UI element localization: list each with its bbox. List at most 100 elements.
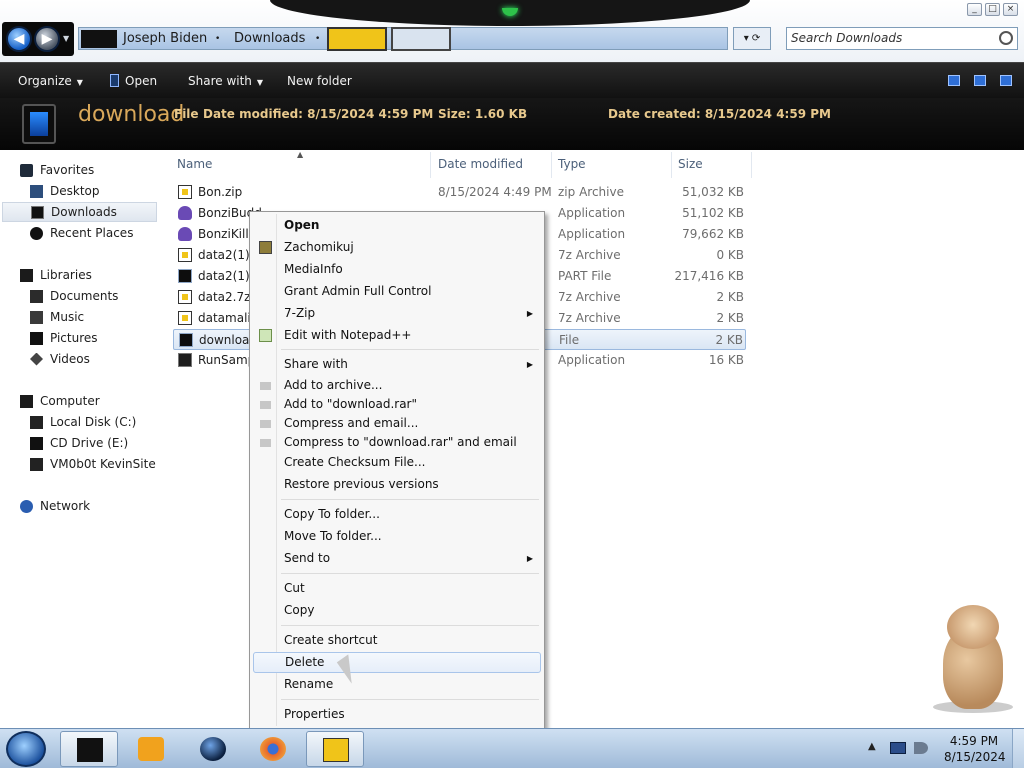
file-size: 51,102 KB xyxy=(682,206,744,220)
nav-desktop[interactable]: Desktop xyxy=(30,181,100,201)
breadcrumb-downloads[interactable]: Downloads xyxy=(234,31,305,46)
nav-local-disk[interactable]: Local Disk (C:) xyxy=(30,412,136,432)
menu-item-rename[interactable]: Rename xyxy=(253,674,541,695)
column-divider[interactable] xyxy=(751,152,752,178)
organize-button[interactable]: Organize ▼ xyxy=(18,74,83,88)
menu-item-add-archive[interactable]: Add to archive... xyxy=(253,375,541,396)
show-hidden-icons-icon[interactable]: ▲ xyxy=(868,741,876,752)
generic-file-icon xyxy=(178,269,192,283)
menu-item-compress-email[interactable]: Compress and email... xyxy=(253,413,541,434)
menu-label: Zachomikuj xyxy=(284,240,354,254)
menu-label: Share with xyxy=(284,357,348,371)
nav-label: Videos xyxy=(50,352,90,366)
documents-icon xyxy=(30,289,43,303)
forward-button[interactable]: ▶ xyxy=(34,26,60,52)
share-with-label: Share with xyxy=(188,74,252,88)
search-icon[interactable] xyxy=(999,31,1013,45)
search-placeholder: Search Downloads xyxy=(791,31,903,45)
nav-network[interactable]: Network xyxy=(20,496,90,516)
refresh-button[interactable]: ▾ ⟳ xyxy=(733,27,771,50)
new-folder-button[interactable]: New folder xyxy=(287,74,352,88)
column-header-size[interactable]: Size xyxy=(678,157,703,171)
breadcrumb-separator-icon[interactable]: • xyxy=(215,34,220,44)
menu-item-delete[interactable]: Delete xyxy=(253,652,541,673)
menu-separator xyxy=(281,349,539,350)
column-header-type[interactable]: Type xyxy=(558,157,586,171)
details-date-created: Date created: 8/15/2024 4:59 PM xyxy=(608,107,831,121)
file-type: 7z Archive xyxy=(558,248,621,262)
taskbar-globe[interactable] xyxy=(184,731,242,767)
change-view-icon[interactable] xyxy=(948,75,960,86)
recent-pages-dropdown-icon[interactable]: ▼ xyxy=(63,34,69,43)
start-button[interactable] xyxy=(6,731,46,767)
menu-item-restore[interactable]: Restore previous versions xyxy=(253,474,541,495)
chevron-down-icon: ▼ xyxy=(256,78,264,87)
column-divider[interactable] xyxy=(671,152,672,178)
menu-item-open[interactable]: Open xyxy=(253,215,541,236)
back-button[interactable]: ◀ xyxy=(6,26,32,52)
nav-documents[interactable]: Documents xyxy=(30,286,118,306)
nav-pictures[interactable]: Pictures xyxy=(30,328,98,348)
column-divider[interactable] xyxy=(551,152,552,178)
volume-tray-icon[interactable] xyxy=(914,742,928,754)
maximize-button[interactable]: □ xyxy=(985,3,1000,16)
menu-item-7zip[interactable]: 7-Zip ▶ xyxy=(253,303,541,324)
preview-pane-icon[interactable] xyxy=(974,75,986,86)
network-tray-icon[interactable] xyxy=(890,742,906,754)
clock[interactable]: 4:59 PM 8/15/2024 xyxy=(944,733,1006,765)
nav-recent-places[interactable]: Recent Places xyxy=(30,223,133,243)
menu-item-share-with[interactable]: Share with ▶ xyxy=(253,354,541,375)
menu-item-grant-admin[interactable]: Grant Admin Full Control xyxy=(253,281,541,302)
menu-item-cut[interactable]: Cut xyxy=(253,578,541,599)
file-size: 2 KB xyxy=(716,290,744,304)
menu-item-send-to[interactable]: Send to ▶ xyxy=(253,548,541,569)
file-row[interactable]: Bon.zip 8/15/2024 4:49 PM zip Archive 51,03… xyxy=(173,182,746,203)
menu-separator xyxy=(281,625,539,626)
menu-item-create-shortcut[interactable]: Create shortcut xyxy=(253,630,541,651)
menu-item-mediainfo[interactable]: MediaInfo xyxy=(253,259,541,280)
column-divider[interactable] xyxy=(430,152,431,178)
menu-item-compress-rar-email[interactable]: Compress to "download.rar" and email xyxy=(253,432,541,453)
column-header-date[interactable]: Date modified xyxy=(438,157,523,171)
nav-vm-share[interactable]: VM0b0t KevinSite xyxy=(30,454,156,474)
menu-item-properties[interactable]: Properties xyxy=(253,704,541,725)
nav-videos[interactable]: Videos xyxy=(30,349,90,369)
menu-separator xyxy=(281,573,539,574)
taskbar-explorer[interactable] xyxy=(60,731,118,767)
nav-label: Desktop xyxy=(50,184,100,198)
menu-item-move-to[interactable]: Move To folder... xyxy=(253,526,541,547)
open-button[interactable]: Open xyxy=(110,74,157,88)
nav-favorites[interactable]: Favorites xyxy=(20,160,94,180)
nav-downloads[interactable]: Downloads xyxy=(2,202,157,222)
menu-label: Compress and email... xyxy=(284,416,419,430)
menu-item-zachomikuj[interactable]: Zachomikuj xyxy=(253,237,541,258)
share-with-button[interactable]: Share with ▼ xyxy=(188,74,263,88)
breadcrumb-separator-icon[interactable]: • xyxy=(315,34,320,44)
taskbar-7zip[interactable] xyxy=(306,731,364,767)
nav-music[interactable]: Music xyxy=(30,307,84,327)
menu-item-notepadpp[interactable]: Edit with Notepad++ xyxy=(253,325,541,346)
menu-item-copy[interactable]: Copy xyxy=(253,600,541,621)
menu-item-add-rar[interactable]: Add to "download.rar" xyxy=(253,394,541,415)
column-header-name[interactable]: Name xyxy=(177,157,212,171)
breadcrumb-user[interactable]: Joseph Biden xyxy=(123,31,207,46)
menu-item-copy-to[interactable]: Copy To folder... xyxy=(253,504,541,525)
hamster-desktop-pet[interactable] xyxy=(925,605,1015,715)
file-size: 217,416 KB xyxy=(674,269,744,283)
menu-label: Edit with Notepad++ xyxy=(284,328,412,342)
menu-item-checksum[interactable]: Create Checksum File... xyxy=(253,452,541,473)
taskbar-media-player[interactable] xyxy=(122,731,180,767)
nav-cd-drive[interactable]: CD Drive (E:) xyxy=(30,433,128,453)
show-desktop-button[interactable] xyxy=(1012,729,1024,768)
file-name: Bon.zip xyxy=(198,185,243,199)
taskbar-firefox[interactable] xyxy=(244,731,302,767)
close-button[interactable]: × xyxy=(1003,3,1018,16)
search-input[interactable]: Search Downloads xyxy=(786,27,1018,50)
minimize-button[interactable]: _ xyxy=(967,3,982,16)
zip-file-icon xyxy=(178,185,192,199)
nav-computer[interactable]: Computer xyxy=(20,391,100,411)
7z-file-icon xyxy=(178,248,192,262)
nav-libraries[interactable]: Libraries xyxy=(20,265,92,285)
7zip-thumbnail-icon xyxy=(327,27,387,51)
help-icon[interactable] xyxy=(1000,75,1012,86)
